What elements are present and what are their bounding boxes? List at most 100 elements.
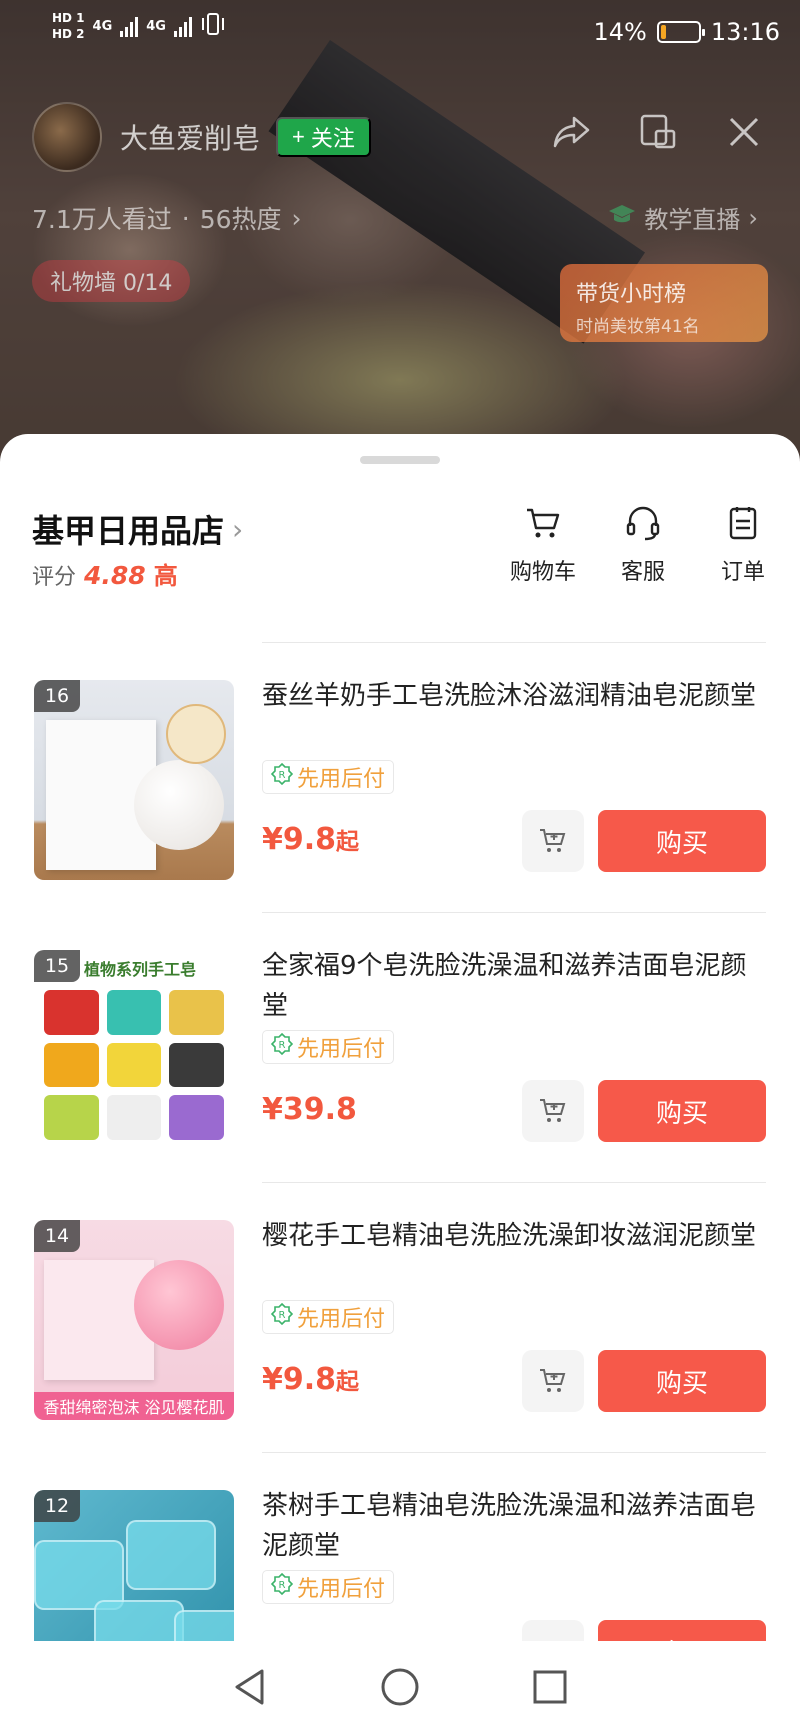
pay-later-tag: R 先用后付 (262, 1570, 395, 1604)
product-item[interactable]: 植物系列手工皂 15 全家福9个皂洗脸洗澡温和滋养洁面皂泥颜堂 R 先用后付 ¥… (0, 912, 800, 1182)
window-icon[interactable] (638, 112, 678, 152)
svg-text:R: R (279, 1040, 286, 1051)
product-image[interactable]: 植物系列手工皂 15 (34, 950, 234, 1150)
gift-wall-label: 礼物墙 0/14 (50, 271, 173, 296)
pay-later-tag: R 先用后付 (262, 1300, 395, 1334)
graduation-cap-icon (608, 203, 636, 233)
rank-title: 带货小时榜 (576, 282, 687, 307)
share-icon[interactable] (552, 112, 592, 152)
home-icon[interactable] (380, 1667, 420, 1707)
signal-icon (120, 15, 139, 37)
product-price: ¥39.8 (262, 1092, 357, 1127)
battery-icon (656, 21, 705, 43)
viewer-stats[interactable]: 7.1万人看过 · 56热度 › (32, 200, 302, 236)
order-action[interactable]: 订单 (708, 504, 778, 586)
rank-badge: 14 (34, 1220, 80, 1252)
product-title[interactable]: 蚕丝羊奶手工皂洗脸沐浴滋润精油皂泥颜堂 (262, 676, 770, 716)
live-video-background (0, 0, 800, 480)
separator: · (181, 203, 190, 233)
buy-button[interactable]: 购买 (598, 810, 766, 872)
back-icon[interactable] (230, 1667, 270, 1707)
add-cart-icon (540, 829, 566, 852)
add-cart-icon (540, 1099, 566, 1122)
rank-badge: 16 (34, 680, 80, 712)
streamer-avatar[interactable] (32, 102, 102, 172)
store-name-link[interactable]: 基甲日用品店 › (32, 506, 243, 552)
pay-later-icon: R (270, 1302, 294, 1331)
drag-handle[interactable] (360, 456, 440, 464)
cart-label: 购物车 (509, 560, 576, 585)
rating-label: 评分 (32, 565, 77, 590)
hd1-label: HD 1 (52, 11, 85, 25)
cart-action[interactable]: 购物车 (508, 504, 578, 586)
svg-text:R: R (279, 1580, 286, 1591)
net1-label: 4G (92, 18, 113, 34)
rank-badge: 15 (34, 950, 80, 982)
product-title[interactable]: 樱花手工皂精油皂洗脸洗澡卸妆滋润泥颜堂 (262, 1216, 770, 1256)
shop-actions: 购物车 客服 订单 (508, 504, 778, 586)
vibrate-icon (200, 12, 226, 40)
pay-later-label: 先用后付 (297, 1577, 386, 1602)
pay-later-icon: R (270, 1032, 294, 1061)
svg-text:R: R (279, 770, 286, 781)
hourly-rank-card[interactable]: 带货小时榜 时尚美妆第41名 (560, 264, 768, 342)
product-sheet: 基甲日用品店 › 评分 4.88 高 购物车 客服 订单 16 蚕丝羊奶手工皂洗… (0, 434, 800, 1733)
plus-icon: + (292, 124, 305, 149)
teach-live-link[interactable]: 教学直播 › (608, 200, 758, 235)
buy-button[interactable]: 购买 (598, 1350, 766, 1412)
gift-wall-badge[interactable]: 礼物墙 0/14 (32, 260, 191, 302)
add-to-cart-button[interactable] (522, 1350, 584, 1412)
signal-icon (173, 15, 192, 37)
hd2-label: HD 2 (52, 27, 85, 41)
pay-later-tag: R 先用后付 (262, 1030, 395, 1064)
chevron-right-icon: › (232, 512, 244, 546)
store-rating: 评分 4.88 高 (32, 556, 178, 591)
battery-percent: 14% (593, 18, 647, 46)
clock: 13:16 (710, 18, 780, 46)
add-cart-icon (540, 1369, 566, 1392)
customer-service-label: 客服 (620, 560, 665, 585)
chevron-right-icon: › (291, 203, 302, 233)
product-title[interactable]: 茶树手工皂精油皂洗脸洗澡温和滋养洁面皂泥颜堂 (262, 1486, 770, 1566)
add-to-cart-button[interactable] (522, 810, 584, 872)
image-header: 植物系列手工皂 (84, 960, 197, 979)
image-strip: 香甜绵密泡沫 浴见樱花肌 (34, 1392, 234, 1420)
rating-level: 高 (153, 562, 178, 590)
product-image[interactable]: 香甜绵密泡沫 浴见樱花肌 14 (34, 1220, 234, 1420)
product-image[interactable]: 16 (34, 680, 234, 880)
teach-live-label: 教学直播 (644, 206, 741, 234)
product-price: ¥9.8起 (262, 822, 360, 857)
live-top-actions (552, 112, 764, 152)
cart-icon (527, 508, 560, 538)
pay-later-icon: R (270, 1572, 294, 1601)
follow-button[interactable]: + 关注 (276, 117, 371, 157)
status-bar: HD 1 HD 2 4G 4G 14% 13:16 (0, 0, 800, 64)
rank-subtitle: 时尚美妆第41名 (576, 317, 700, 337)
product-item[interactable]: 香甜绵密泡沫 浴见樱花肌 14 樱花手工皂精油皂洗脸洗澡卸妆滋润泥颜堂 R 先用… (0, 1182, 800, 1452)
product-item[interactable]: 16 蚕丝羊奶手工皂洗脸沐浴滋润精油皂泥颜堂 R 先用后付 ¥9.8起 购买 (0, 642, 800, 912)
pay-later-label: 先用后付 (297, 767, 386, 792)
customer-service-action[interactable]: 客服 (608, 504, 678, 586)
order-icon (729, 507, 757, 540)
headset-icon (626, 506, 660, 541)
product-title[interactable]: 全家福9个皂洗脸洗澡温和滋养洁面皂泥颜堂 (262, 946, 770, 1026)
streamer-header: 大鱼爱削皂 + 关注 (32, 102, 371, 172)
svg-text:R: R (279, 1310, 286, 1321)
order-label: 订单 (720, 560, 765, 585)
store-name: 基甲日用品店 (32, 512, 225, 550)
rating-score: 4.88 (84, 561, 146, 590)
system-nav-bar (0, 1641, 800, 1733)
follow-label: 关注 (310, 126, 355, 151)
chevron-right-icon: › (748, 203, 758, 232)
close-icon[interactable] (724, 112, 764, 152)
buy-button[interactable]: 购买 (598, 1080, 766, 1142)
pay-later-tag: R 先用后付 (262, 760, 395, 794)
product-price: ¥9.8起 (262, 1362, 360, 1397)
streamer-name[interactable]: 大鱼爱削皂 (120, 117, 260, 157)
pay-later-icon: R (270, 762, 294, 791)
recents-icon[interactable] (530, 1667, 570, 1707)
heat-count: 56热度 (199, 205, 282, 234)
net2-label: 4G (146, 18, 166, 34)
add-to-cart-button[interactable] (522, 1080, 584, 1142)
rank-badge: 12 (34, 1490, 80, 1522)
